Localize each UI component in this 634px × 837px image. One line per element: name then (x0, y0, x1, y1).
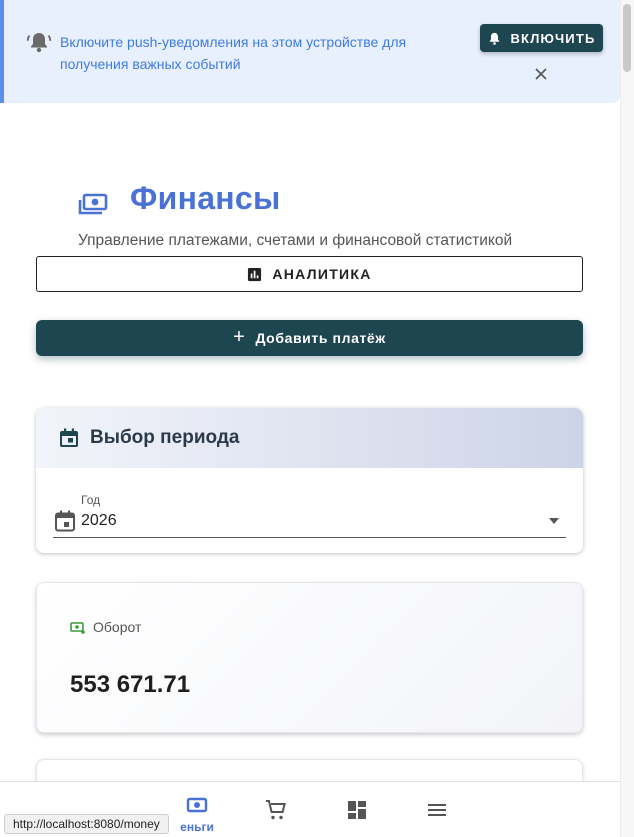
close-icon[interactable] (534, 67, 548, 81)
shopping-cart-icon (266, 800, 286, 820)
add-payment-label: Добавить платёж (255, 330, 386, 346)
year-select[interactable]: 2026 (53, 508, 566, 538)
page: Включите push-уведомления на этом устрой… (0, 0, 634, 837)
money-icon (78, 193, 108, 215)
scrollbar-thumb[interactable] (623, 4, 631, 72)
enable-notifications-button[interactable]: ВКЛЮЧИТЬ (480, 24, 603, 52)
nav-item-money-label: еньги (180, 820, 214, 834)
money-icon (186, 797, 208, 813)
chevron-down-icon (549, 518, 559, 524)
plus-icon: + (233, 326, 246, 348)
nav-item-money[interactable]: еньги (167, 782, 227, 837)
enable-button-label: ВКЛЮЧИТЬ (510, 30, 596, 46)
period-card-title: Выбор периода (90, 427, 240, 448)
year-value: 2026 (81, 512, 117, 529)
analytics-button-label: АНАЛИТИКА (272, 266, 372, 282)
banner-message: Включите push-уведомления на этом устрой… (60, 34, 407, 72)
period-card: Выбор периода Год 2026 (36, 408, 583, 553)
turnover-card: Оборот 553 671.71 (36, 582, 583, 733)
nav-item-menu[interactable] (407, 782, 467, 837)
status-url-tooltip: http://localhost:8080/money (4, 814, 169, 834)
push-notification-banner: Включите push-уведомления на этом устрой… (0, 0, 620, 103)
dashboard-icon (348, 801, 366, 819)
menu-icon (428, 804, 446, 816)
calendar-icon (60, 428, 78, 447)
add-payment-button[interactable]: + Добавить платёж (36, 320, 583, 356)
stat-label: Оборот (93, 619, 142, 635)
page-subtitle: Управление платежами, счетами и финансов… (78, 232, 513, 249)
analytics-icon (248, 267, 262, 281)
nav-item-dashboard[interactable] (327, 782, 387, 837)
page-title: Финансы (130, 180, 281, 216)
calendar-icon (55, 510, 75, 532)
bell-ringing-icon (26, 33, 52, 53)
year-field-label: Год (81, 493, 101, 507)
scrollbar[interactable] (620, 0, 634, 837)
nav-item-cart[interactable] (246, 782, 306, 837)
period-card-header: Выбор периода (36, 408, 583, 468)
analytics-button[interactable]: АНАЛИТИКА (36, 256, 583, 292)
bell-add-icon (490, 31, 501, 45)
stat-value: 553 671.71 (70, 671, 191, 698)
cash-plus-icon (70, 622, 85, 634)
